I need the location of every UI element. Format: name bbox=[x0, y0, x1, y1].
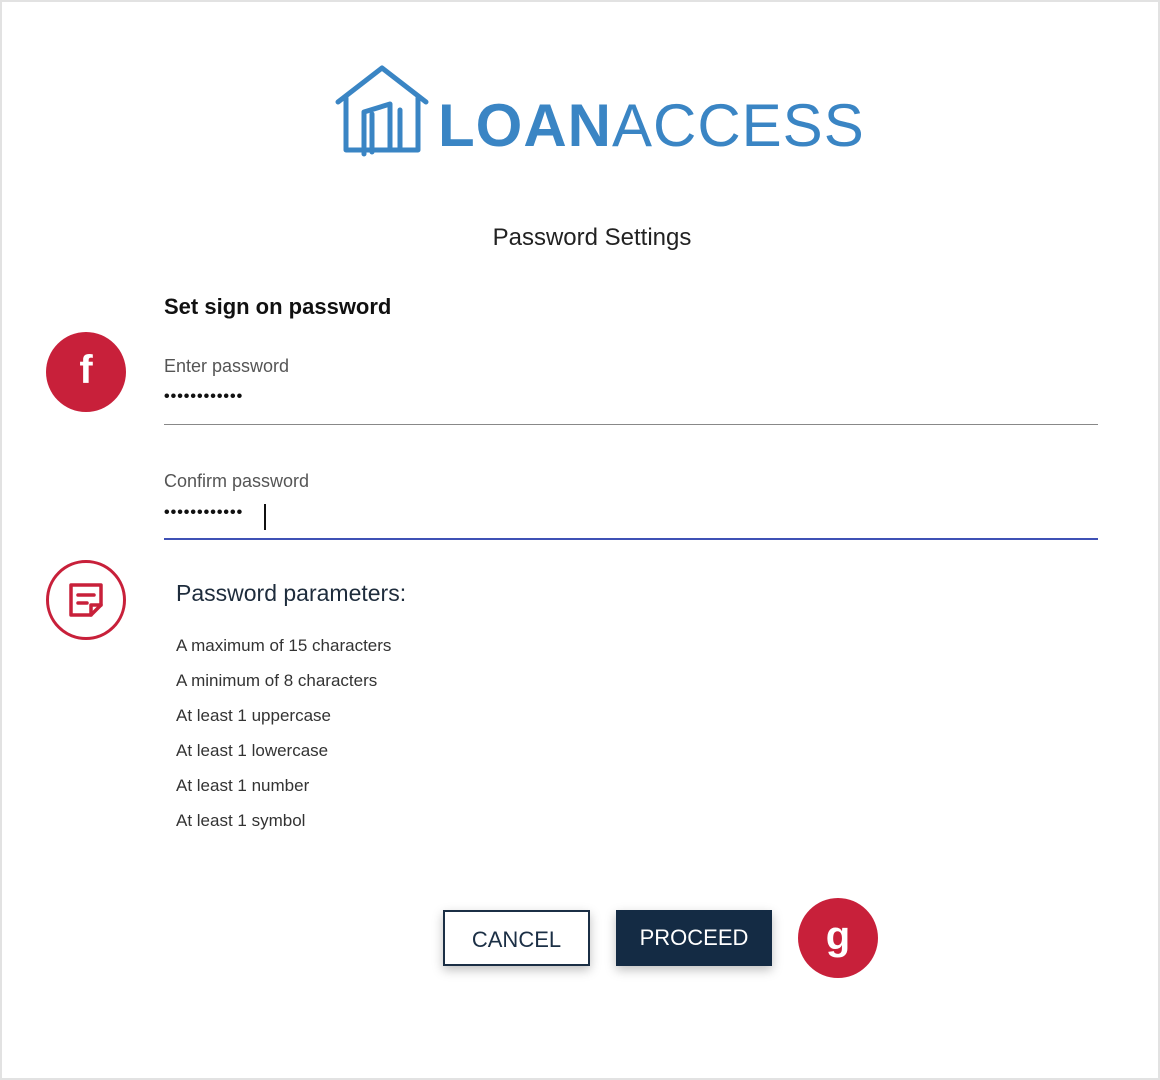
password-parameters-title: Password parameters: bbox=[176, 580, 407, 606]
loanaccess-logo: LOANACCESS bbox=[334, 64, 864, 160]
step-marker-g: g bbox=[798, 898, 878, 978]
brand-name-light: ACCESS bbox=[611, 92, 865, 159]
page-title: Password Settings bbox=[492, 224, 692, 251]
parameter-item: At least 1 symbol bbox=[176, 811, 306, 830]
note-icon bbox=[69, 583, 103, 617]
parameter-item: At least 1 uppercase bbox=[176, 706, 331, 725]
confirm-password-label: Confirm password bbox=[164, 471, 310, 491]
confirm-password-value[interactable]: •••••••••••• bbox=[164, 504, 243, 522]
proceed-button[interactable]: PROCEED bbox=[616, 910, 772, 966]
note-marker bbox=[46, 560, 126, 640]
cancel-button[interactable]: CANCEL bbox=[443, 910, 590, 966]
text-caret bbox=[264, 504, 266, 530]
house-logo-icon bbox=[335, 65, 429, 157]
parameter-item: A minimum of 8 characters bbox=[176, 671, 378, 690]
section-title: Set sign on password bbox=[164, 294, 392, 319]
parameter-item: At least 1 lowercase bbox=[176, 741, 329, 760]
enter-password-underline bbox=[164, 424, 1098, 425]
enter-password-label: Enter password bbox=[164, 356, 290, 376]
parameter-item: A maximum of 15 characters bbox=[176, 636, 392, 655]
brand-wordmark: LOANACCESS bbox=[438, 90, 865, 162]
confirm-password-underline-focused bbox=[164, 538, 1098, 540]
parameter-item: At least 1 number bbox=[176, 776, 310, 795]
brand-name-bold: LOAN bbox=[438, 92, 612, 159]
step-marker-f: f bbox=[46, 332, 126, 412]
page-frame: LOANACCESS Password Settings Set sign on… bbox=[0, 0, 1160, 1080]
enter-password-value[interactable]: •••••••••••• bbox=[164, 388, 243, 406]
